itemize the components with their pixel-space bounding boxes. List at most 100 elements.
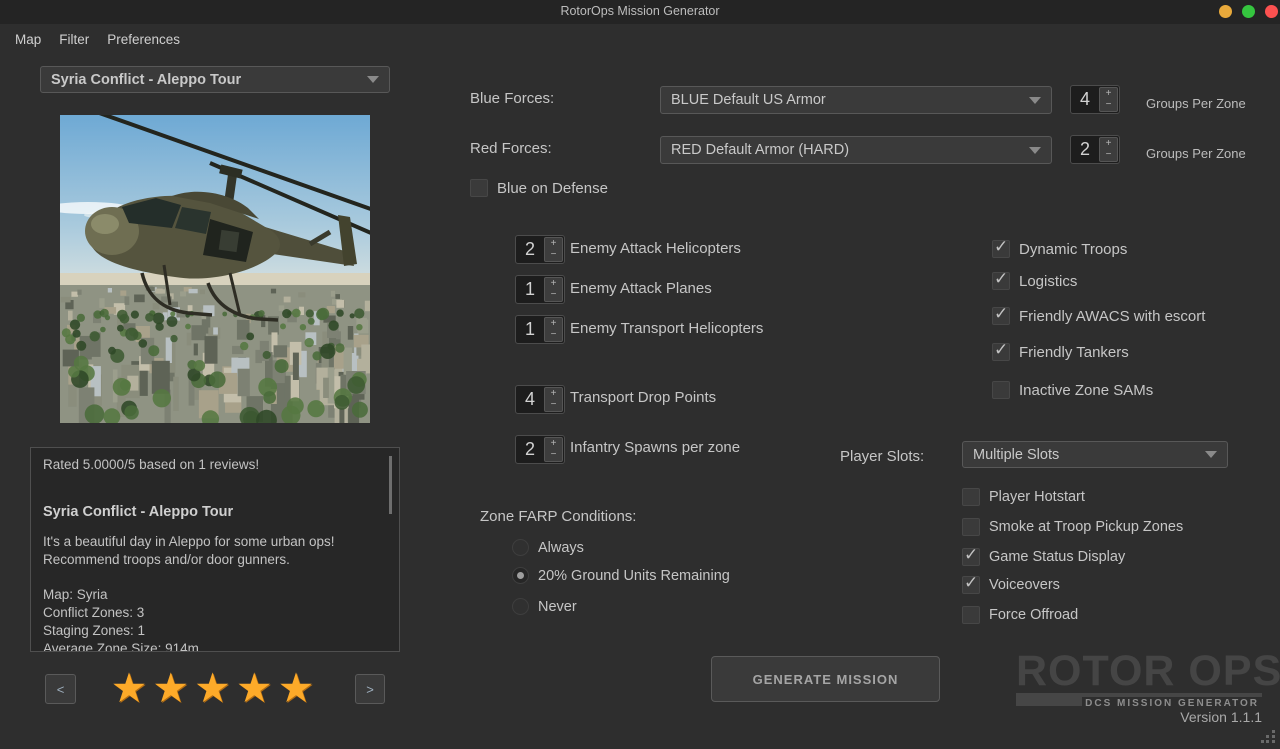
checkbox[interactable] <box>962 606 980 624</box>
menu-filter[interactable]: Filter <box>50 28 98 54</box>
rotorops-logo: ROTOR OPS DCS MISSION GENERATOR Version … <box>1016 650 1262 725</box>
checkbox-dynamic-troops[interactable]: Dynamic Troops <box>992 240 1127 258</box>
mission-description-panel[interactable]: Rated 5.0000/5 based on 1 reviews! Syria… <box>30 447 400 652</box>
star-icon[interactable]: ★ <box>152 665 194 711</box>
checkbox[interactable] <box>992 307 1010 325</box>
detail-map: Map: Syria <box>43 586 387 604</box>
star-icon[interactable]: ★ <box>278 665 320 711</box>
radio-always[interactable]: Always <box>512 539 584 556</box>
decrement-button[interactable]: − <box>545 250 562 262</box>
increment-button[interactable]: + <box>1100 88 1117 100</box>
chevron-down-icon <box>1205 451 1217 458</box>
transport-drop-points-label: Transport Drop Points <box>570 389 716 406</box>
checkbox-logistics[interactable]: Logistics <box>992 272 1077 290</box>
checkbox-player-hotstart[interactable]: Player Hotstart <box>962 488 1085 506</box>
resize-grip[interactable] <box>1261 730 1276 745</box>
increment-button[interactable]: + <box>545 238 562 250</box>
checkbox-blue-on-defense[interactable]: Blue on Defense <box>470 179 608 197</box>
red-groups-spinner[interactable]: 2 +− <box>1070 135 1120 164</box>
player-slots-label: Player Slots: <box>840 448 924 465</box>
increment-button[interactable]: + <box>545 318 562 330</box>
checkbox[interactable] <box>962 548 980 566</box>
maximize-button[interactable] <box>1242 5 1255 18</box>
radio-never[interactable]: Never <box>512 598 577 615</box>
increment-button[interactable]: + <box>545 388 562 400</box>
infantry-spawns-label: Infantry Spawns per zone <box>570 439 740 456</box>
blue-groups-spinner[interactable]: 4 +− <box>1070 85 1120 114</box>
minimize-button[interactable] <box>1219 5 1232 18</box>
checkbox-friendly-awacs[interactable]: Friendly AWACS with escort <box>992 307 1205 325</box>
checkbox-game-status-display[interactable]: Game Status Display <box>962 548 1125 566</box>
close-button[interactable] <box>1265 5 1278 18</box>
detail-zone-size: Average Zone Size: 914m <box>43 640 387 652</box>
mission-select[interactable]: Syria Conflict - Aleppo Tour <box>40 66 390 93</box>
star-icon[interactable]: ★ <box>111 665 153 711</box>
radio-button[interactable] <box>512 598 529 615</box>
generate-mission-button[interactable]: GENERATE MISSION <box>711 656 940 702</box>
increment-button[interactable]: + <box>545 438 562 450</box>
decrement-button[interactable]: − <box>545 400 562 412</box>
enemy-transport-helicopters-spinner[interactable]: 1 +− <box>515 315 565 344</box>
star-icon[interactable]: ★ <box>194 665 236 711</box>
blue-forces-select[interactable]: BLUE Default US Armor <box>660 86 1052 114</box>
decrement-button[interactable]: − <box>545 450 562 462</box>
menubar: Map Filter Preferences <box>0 28 189 54</box>
detail-staging-zones: Staging Zones: 1 <box>43 622 387 640</box>
checkbox-friendly-tankers[interactable]: Friendly Tankers <box>992 343 1129 361</box>
checkbox[interactable] <box>962 518 980 536</box>
enemy-attack-planes-spinner[interactable]: 1 +− <box>515 275 565 304</box>
chevron-down-icon <box>367 76 379 83</box>
mission-description: It's a beautiful day in Aleppo for some … <box>43 533 373 569</box>
radio-20-percent-remaining[interactable]: 20% Ground Units Remaining <box>512 567 730 584</box>
infantry-spawns-spinner[interactable]: 2 +− <box>515 435 565 464</box>
decrement-button[interactable]: − <box>1100 100 1117 112</box>
checkbox-smoke-at-pickup[interactable]: Smoke at Troop Pickup Zones <box>962 518 1183 536</box>
red-forces-select[interactable]: RED Default Armor (HARD) <box>660 136 1052 164</box>
next-mission-button[interactable]: > <box>355 674 385 704</box>
decrement-button[interactable]: − <box>545 290 562 302</box>
radio-button[interactable] <box>512 539 529 556</box>
rating-text: Rated 5.0000/5 based on 1 reviews! <box>43 456 387 474</box>
checkbox-force-offroad[interactable]: Force Offroad <box>962 606 1078 624</box>
enemy-attack-helicopters-spinner[interactable]: 2 +− <box>515 235 565 264</box>
blue-groups-label: Groups Per Zone <box>1146 96 1246 111</box>
menu-preferences[interactable]: Preferences <box>98 28 189 54</box>
checkbox[interactable] <box>470 179 488 197</box>
mission-preview-image <box>60 115 370 423</box>
red-groups-label: Groups Per Zone <box>1146 146 1246 161</box>
mission-select-value: Syria Conflict - Aleppo Tour <box>51 72 359 88</box>
window-title: RotorOps Mission Generator <box>0 4 1280 18</box>
star-icon[interactable]: ★ <box>236 665 278 711</box>
player-slots-select[interactable]: Multiple Slots <box>962 441 1228 468</box>
blue-forces-label: Blue Forces: <box>470 90 554 107</box>
checkbox[interactable] <box>992 381 1010 399</box>
star-rating[interactable]: ★★★★★ <box>105 666 325 710</box>
checkbox[interactable] <box>962 576 980 594</box>
menu-map[interactable]: Map <box>6 28 50 54</box>
enemy-transport-helicopters-label: Enemy Transport Helicopters <box>570 320 763 337</box>
checkbox[interactable] <box>992 240 1010 258</box>
scrollbar-thumb[interactable] <box>389 456 392 514</box>
decrement-button[interactable]: − <box>1100 150 1117 162</box>
decrement-button[interactable]: − <box>545 330 562 342</box>
checkbox[interactable] <box>992 343 1010 361</box>
checkbox-inactive-zone-sams[interactable]: Inactive Zone SAMs <box>992 381 1153 399</box>
chevron-down-icon <box>1029 97 1041 104</box>
checkbox-voiceovers[interactable]: Voiceovers <box>962 576 1060 594</box>
radio-button[interactable] <box>512 567 529 584</box>
transport-drop-points-spinner[interactable]: 4 +− <box>515 385 565 414</box>
version-text: Version 1.1.1 <box>1016 709 1262 725</box>
red-forces-label: Red Forces: <box>470 140 552 157</box>
enemy-attack-planes-label: Enemy Attack Planes <box>570 280 712 297</box>
logo-text: ROTOR OPS <box>1016 650 1262 692</box>
detail-conflict-zones: Conflict Zones: 3 <box>43 604 387 622</box>
increment-button[interactable]: + <box>545 278 562 290</box>
rotorops-window: RotorOps Mission Generator Map Filter Pr… <box>0 0 1280 749</box>
checkbox[interactable] <box>992 272 1010 290</box>
titlebar[interactable]: RotorOps Mission Generator <box>0 0 1280 24</box>
increment-button[interactable]: + <box>1100 138 1117 150</box>
zone-farp-conditions-label: Zone FARP Conditions: <box>480 508 636 525</box>
mission-title: Syria Conflict - Aleppo Tour <box>43 503 387 521</box>
checkbox[interactable] <box>962 488 980 506</box>
prev-mission-button[interactable]: < <box>45 674 76 704</box>
